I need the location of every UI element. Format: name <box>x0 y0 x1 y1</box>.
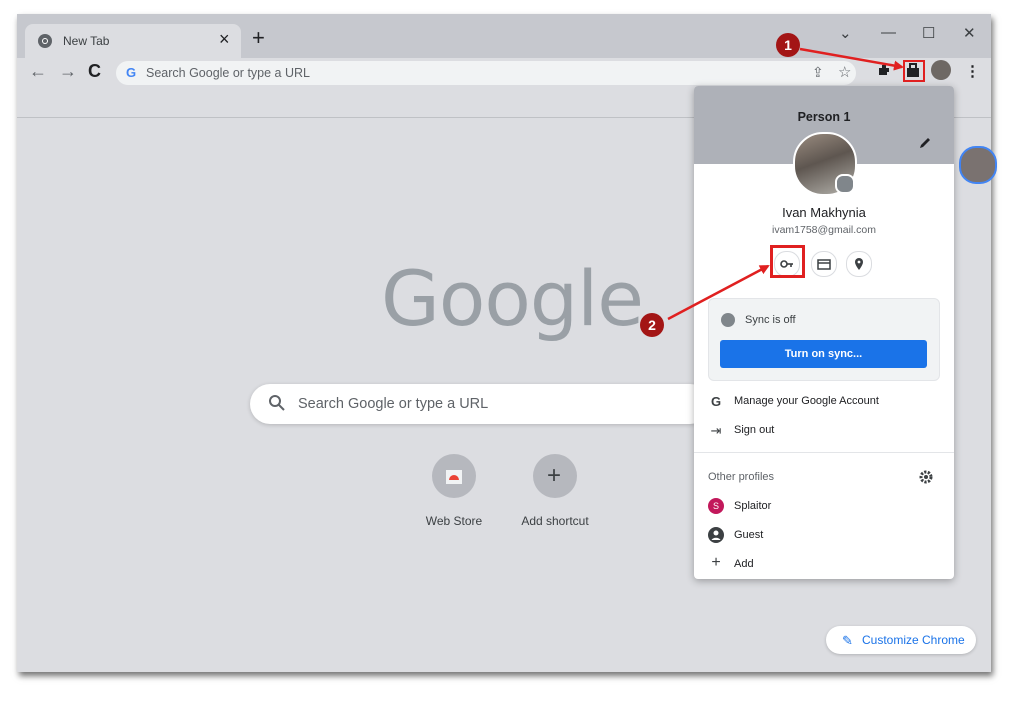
customize-label: Customize Chrome <box>862 633 965 647</box>
add-profile[interactable]: + Add <box>708 554 938 576</box>
menu-label: Add <box>734 558 754 570</box>
shortcut-label: Add shortcut <box>521 514 589 528</box>
step-badge-2: 2 <box>640 313 664 337</box>
tab-strip: New Tab × + ⌄ — ☐ ✕ <box>17 14 991 58</box>
guest-icon <box>708 527 724 543</box>
sync-card: Sync is off Turn on sync... <box>708 298 940 381</box>
location-pin-icon <box>855 258 863 270</box>
search-icon <box>269 395 285 411</box>
new-tab-button[interactable]: + <box>252 27 265 49</box>
ntp-search-placeholder: Search Google or type a URL <box>298 396 489 412</box>
menu-label: Guest <box>734 529 764 541</box>
google-g-icon: G <box>710 394 722 409</box>
pencil-icon: ✎ <box>842 633 853 648</box>
other-profiles-label: Other profiles <box>708 471 775 483</box>
profile-item-guest[interactable]: Guest <box>708 525 938 547</box>
profile-avatar-button[interactable] <box>931 60 951 80</box>
address-bar-placeholder: Search Google or type a URL <box>146 66 310 80</box>
payment-methods-button[interactable] <box>811 251 837 277</box>
address-bar[interactable]: G Search Google or type a URL ⇪ ☆ <box>116 61 856 85</box>
sign-out[interactable]: ⇥ Sign out <box>708 420 938 442</box>
edit-icon[interactable] <box>918 136 932 150</box>
menu-separator <box>694 452 954 453</box>
account-email: ivam1758@gmail.com <box>771 224 877 236</box>
turn-on-sync-button[interactable]: Turn on sync... <box>720 340 927 368</box>
add-icon: + <box>711 554 721 571</box>
addresses-button[interactable] <box>846 251 872 277</box>
customize-chrome-button[interactable]: ✎ Customize Chrome <box>826 626 976 654</box>
extensions-icon[interactable] <box>876 62 892 78</box>
shortcut-label: Web Store <box>425 514 483 528</box>
menu-label: Sign out <box>734 424 775 436</box>
ntp-account-avatar[interactable] <box>959 146 997 184</box>
chrome-icon <box>38 34 52 48</box>
gear-icon[interactable] <box>919 470 933 484</box>
profile-menu: Person 1 Ivan Makhynia ivam1758@gmail.co… <box>694 86 954 579</box>
sync-status: Sync is off <box>745 314 796 326</box>
close-tab-icon[interactable]: × <box>219 29 230 50</box>
ntp-search-box[interactable]: Search Google or type a URL <box>250 384 710 424</box>
tab-title: New Tab <box>63 34 110 48</box>
bookmark-star-icon[interactable]: ☆ <box>838 63 851 81</box>
sync-paused-icon <box>835 174 855 194</box>
minimize-icon[interactable]: — <box>881 24 896 41</box>
account-name: Ivan Makhynia <box>782 205 866 220</box>
shortcut-add[interactable]: + Add shortcut <box>505 454 605 528</box>
sync-off-icon <box>721 313 735 327</box>
add-icon: + <box>533 454 577 498</box>
close-window-icon[interactable]: ✕ <box>963 24 976 42</box>
back-icon[interactable]: ← <box>29 61 47 82</box>
web-store-icon <box>432 454 476 498</box>
more-menu-icon[interactable]: ⋮ <box>965 62 980 80</box>
maximize-icon[interactable]: ☐ <box>922 24 935 42</box>
profile-initial-avatar: S <box>708 498 724 514</box>
manage-google-account[interactable]: G Manage your Google Account <box>708 391 938 413</box>
step-badge-1: 1 <box>776 33 800 57</box>
share-icon[interactable]: ⇪ <box>812 64 824 81</box>
menu-label: Manage your Google Account <box>734 395 879 407</box>
profile-header-name: Person 1 <box>797 110 851 124</box>
toolbar: ← → C G Search Google or type a URL ⇪ ☆ <box>17 58 991 88</box>
profile-item-splaitor[interactable]: S Splaitor <box>708 496 938 518</box>
forward-icon[interactable]: → <box>59 61 77 82</box>
google-g-icon: G <box>126 65 137 80</box>
highlight-password-icon <box>903 60 925 82</box>
google-logo: Google <box>381 254 644 343</box>
sign-out-icon: ⇥ <box>710 423 722 438</box>
credit-card-icon <box>817 259 831 270</box>
tab-new-tab[interactable]: New Tab × <box>25 24 241 58</box>
reload-icon[interactable]: C <box>88 61 101 82</box>
menu-label: Splaitor <box>734 500 772 512</box>
tab-search-icon[interactable]: ⌄ <box>839 24 852 42</box>
shortcut-web-store[interactable]: Web Store <box>404 454 504 528</box>
highlight-passwords-button <box>770 245 805 278</box>
